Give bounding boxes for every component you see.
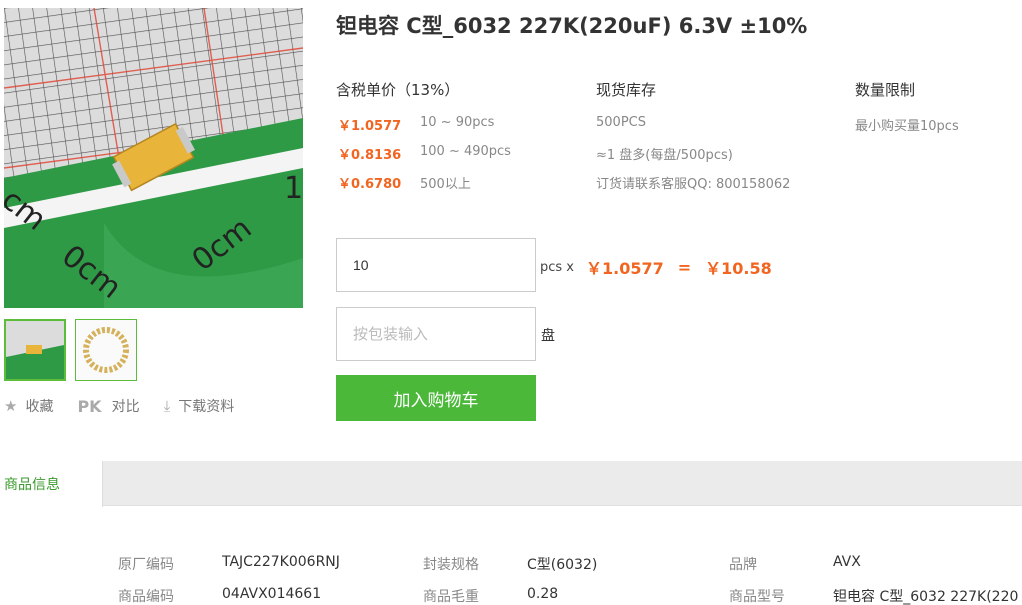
min-purchase: 最小购买量10pcs xyxy=(855,119,959,134)
spec-value-cell: AVX xyxy=(833,554,861,570)
tier-price: ￥1.0577 xyxy=(338,119,402,134)
spec-value: 04AVX014661 xyxy=(222,586,322,602)
stock-header: 现货库存 xyxy=(596,81,657,99)
spec-value: 0.28 xyxy=(527,586,559,602)
spec-item: 封装规格 xyxy=(423,554,479,574)
stock-reels: ≈1 盘多(每盘/500pcs) xyxy=(596,148,733,163)
stock-contact: 订货请联系客服QQ: 800158062 xyxy=(596,177,791,192)
tier-price: ￥0.8136 xyxy=(338,148,402,163)
spec-item: 商品型号 xyxy=(729,586,785,605)
product-main-image: cm 0cm 0cm 1 xyxy=(4,8,303,308)
price-calculation: pcs x ￥1.0577 = ￥10.58 xyxy=(540,255,772,279)
spec-value-cell: 钽电容 C型_6032 227K(220u… xyxy=(833,586,1019,605)
calc-unit-price: ￥1.0577 xyxy=(586,259,664,278)
spec-item: 商品编码 xyxy=(118,586,174,605)
spec-key: 原厂编码 xyxy=(118,557,174,573)
star-icon: ★ xyxy=(4,397,18,415)
calc-total: ￥10.58 xyxy=(705,259,772,278)
spec-key: 商品编码 xyxy=(118,589,174,605)
limit-header: 数量限制 xyxy=(855,81,916,99)
favorite-button[interactable]: ★ 收藏 xyxy=(4,396,53,416)
quantity-unit: pcs x xyxy=(540,259,574,275)
price-tier-row: ￥0.6780 500以上 xyxy=(338,173,471,192)
tier-range: 10 ~ 90pcs xyxy=(420,115,495,130)
thumbnail-strip xyxy=(4,319,137,381)
thumbnail-1[interactable] xyxy=(4,319,66,381)
spec-item: 商品毛重 xyxy=(423,586,479,605)
download-label: 下载资料 xyxy=(178,399,235,415)
price-header: 含税单价（13%） xyxy=(336,81,460,99)
add-to-cart-button[interactable]: 加入购物车 xyxy=(336,375,536,421)
spec-value: AVX xyxy=(833,554,861,570)
compare-label: 对比 xyxy=(111,399,140,415)
pk-icon: PK xyxy=(77,396,102,416)
spec-key: 封装规格 xyxy=(423,557,479,573)
favorite-label: 收藏 xyxy=(25,399,54,415)
product-actions: ★ 收藏 PK 对比 ⤓ 下载资料 xyxy=(4,396,258,416)
spec-value-cell: TAJC227K006RNJ xyxy=(222,554,340,570)
compare-button[interactable]: PK 对比 xyxy=(77,396,139,416)
tab-product-info[interactable]: 商品信息 xyxy=(0,461,103,507)
spec-item: 品牌 xyxy=(729,554,757,574)
equals-sign: = xyxy=(677,257,692,277)
detail-tabbar: 商品信息 xyxy=(0,461,1022,507)
thumbnail-2[interactable] xyxy=(75,319,137,381)
tier-price: ￥0.6780 xyxy=(338,177,402,192)
price-tier-row: ￥0.8136 100 ~ 490pcs xyxy=(338,144,511,163)
spec-value-cell: 04AVX014661 xyxy=(222,586,321,602)
svg-text:1: 1 xyxy=(284,171,303,206)
spec-key: 品牌 xyxy=(729,557,757,573)
quantity-input[interactable] xyxy=(336,238,536,292)
spec-value: 钽电容 C型_6032 227K(220u… xyxy=(833,589,1019,605)
spec-value-cell: 0.28 xyxy=(527,586,558,602)
stock-quantity: 500PCS xyxy=(596,115,646,130)
product-title: 钽电容 C型_6032 227K(220uF) 6.3V ±10% xyxy=(336,14,808,38)
spec-value: TAJC227K006RNJ xyxy=(222,554,340,570)
tier-range: 500以上 xyxy=(420,177,471,192)
spec-value: C型(6032) xyxy=(527,557,598,573)
download-icon: ⤓ xyxy=(163,397,171,415)
spec-value-cell: C型(6032) xyxy=(527,554,597,574)
spec-item: 原厂编码 xyxy=(118,554,174,574)
download-button[interactable]: ⤓ 下载资料 xyxy=(164,396,235,416)
package-input[interactable] xyxy=(336,307,536,361)
tier-range: 100 ~ 490pcs xyxy=(420,144,511,159)
package-unit: 盘 xyxy=(541,328,555,344)
spec-key: 商品型号 xyxy=(729,589,785,605)
spec-key: 商品毛重 xyxy=(423,589,479,605)
price-tier-row: ￥1.0577 10 ~ 90pcs xyxy=(338,115,494,134)
